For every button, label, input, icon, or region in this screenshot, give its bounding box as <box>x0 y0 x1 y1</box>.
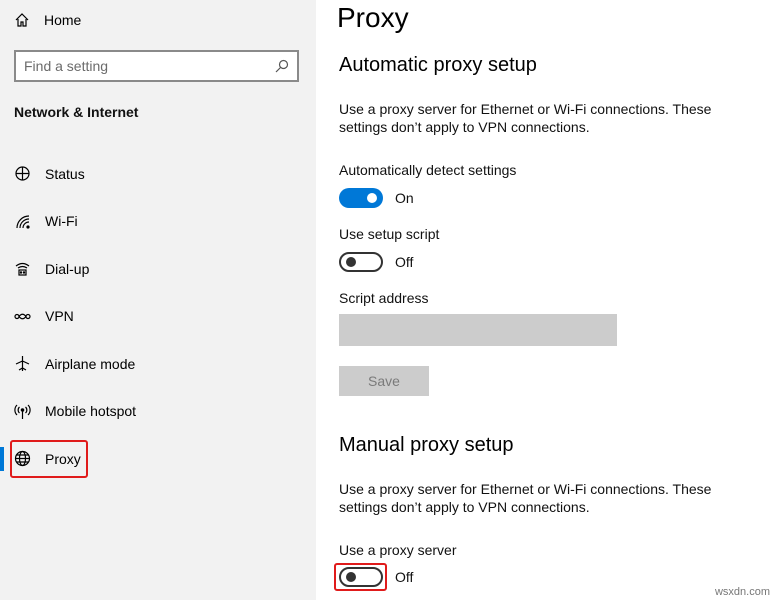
section-title: Network & Internet <box>14 104 139 120</box>
automatic-proxy-heading: Automatic proxy setup <box>339 54 537 76</box>
script-address-label: Script address <box>339 290 429 306</box>
toggle-state: Off <box>395 569 414 585</box>
use-proxy-label: Use a proxy server <box>339 542 457 558</box>
home-label: Home <box>44 12 82 28</box>
sidebar-item-label: Dial-up <box>45 260 90 277</box>
sidebar-item-airplane[interactable]: Airplane mode <box>0 340 316 388</box>
setup-script-toggle[interactable]: Off <box>339 252 413 272</box>
page-title: Proxy <box>337 2 409 33</box>
manual-proxy-heading: Manual proxy setup <box>339 434 514 456</box>
toggle-knob <box>346 257 356 267</box>
status-icon <box>15 166 30 181</box>
home-link[interactable]: Home <box>14 8 81 32</box>
dialup-icon <box>15 263 30 276</box>
save-button[interactable]: Save <box>339 366 429 396</box>
sidebar-item-proxy[interactable]: Proxy <box>0 435 316 483</box>
toggle-switch[interactable] <box>339 252 383 272</box>
watermark: wsxdn.com <box>714 586 770 598</box>
sidebar-item-label: Mobile hotspot <box>45 403 137 420</box>
sidebar-item-label: Proxy <box>45 450 81 467</box>
airplane-icon <box>15 356 30 372</box>
sidebar-item-hotspot[interactable]: Mobile hotspot <box>0 388 316 436</box>
search-box[interactable] <box>14 50 299 82</box>
manual-proxy-description: Use a proxy server for Ethernet or Wi-Fi… <box>339 481 712 515</box>
toggle-switch[interactable] <box>339 188 383 208</box>
toggle-knob <box>367 193 377 203</box>
sidebar-item-wifi[interactable]: Wi-Fi <box>0 198 316 246</box>
sidebar-item-label: Status <box>45 165 85 182</box>
globe-icon <box>14 451 31 467</box>
setup-script-label: Use setup script <box>339 226 440 242</box>
sidebar-item-label: Airplane mode <box>45 355 136 372</box>
search-icon[interactable] <box>275 59 289 73</box>
sidebar: Home Network & Internet Status Wi-Fi Dia… <box>0 0 316 600</box>
vpn-icon <box>14 313 31 320</box>
sidebar-item-label: Wi-Fi <box>45 213 78 230</box>
nav-list: Status Wi-Fi Dial-up VPN Airplane mode M… <box>0 150 316 483</box>
search-input[interactable] <box>24 58 275 74</box>
toggle-switch[interactable] <box>339 567 383 587</box>
toggle-state: Off <box>395 254 414 270</box>
toggle-state: On <box>395 190 414 206</box>
home-icon <box>15 13 29 27</box>
sidebar-item-status[interactable]: Status <box>0 150 316 198</box>
toggle-knob <box>346 572 356 582</box>
sidebar-item-label: VPN <box>45 308 74 325</box>
script-address-input[interactable] <box>339 314 617 346</box>
use-proxy-toggle[interactable]: Off <box>339 567 413 587</box>
detect-settings-toggle[interactable]: On <box>339 188 414 208</box>
sidebar-item-dialup[interactable]: Dial-up <box>0 245 316 293</box>
hotspot-icon <box>14 404 31 419</box>
detect-settings-label: Automatically detect settings <box>339 162 517 178</box>
sidebar-item-vpn[interactable]: VPN <box>0 293 316 341</box>
automatic-proxy-description: Use a proxy server for Ethernet or Wi-Fi… <box>339 101 712 135</box>
wifi-icon <box>16 215 30 229</box>
